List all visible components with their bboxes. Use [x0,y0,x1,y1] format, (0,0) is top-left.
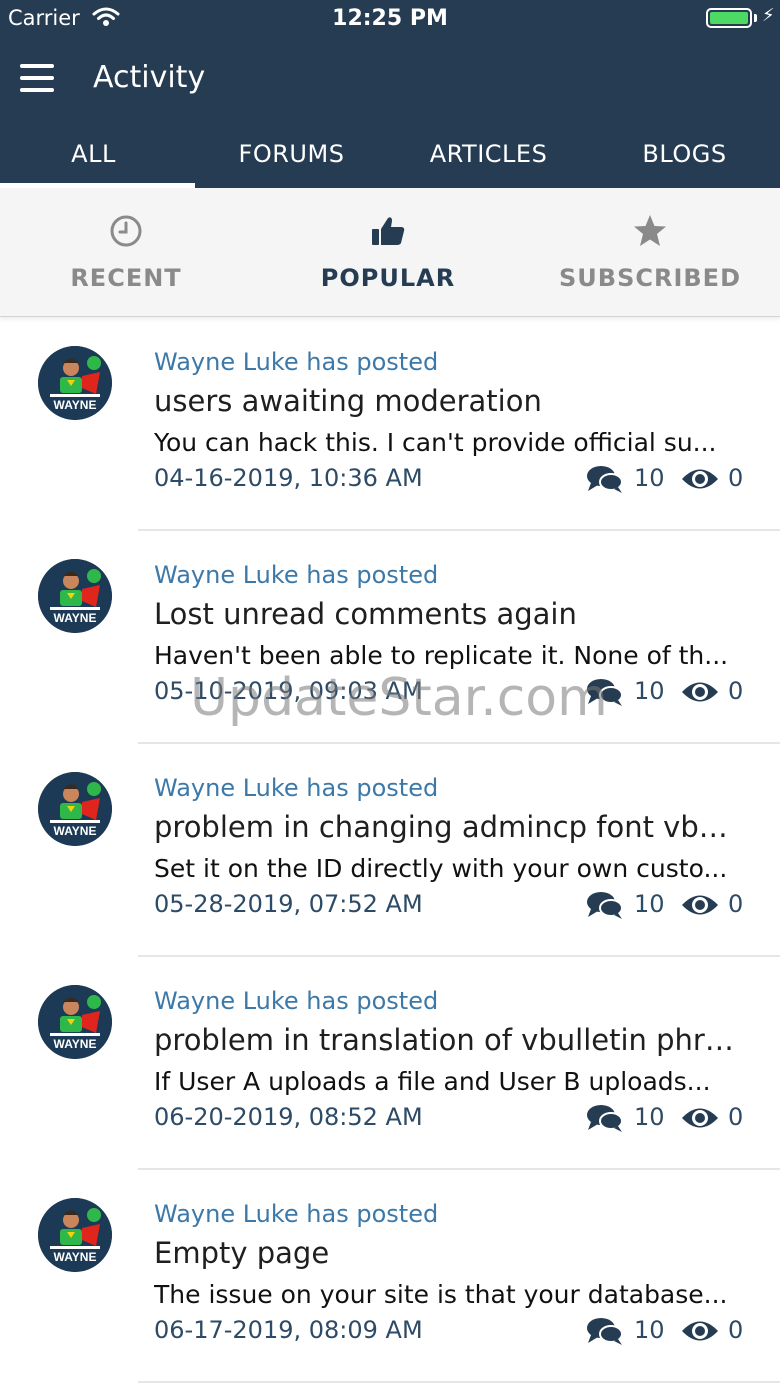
avatar-image: WAYNE [38,346,112,420]
avatar[interactable]: WAYNE [38,559,112,633]
poster-link[interactable]: Wayne Luke has posted [154,1200,438,1228]
thumbs-up-icon [372,217,405,245]
avatar-image: WAYNE [38,559,112,633]
svg-text:WAYNE: WAYNE [54,1037,97,1051]
post-title[interactable]: problem in translation of vbulletin phra… [154,1023,744,1057]
view-count: 0 [728,1316,744,1344]
list-item[interactable]: WAYNE Wayne Luke has posted problem in cha… [0,744,780,957]
avatar-image: WAYNE [38,772,112,846]
post-title[interactable]: users awaiting moderation [154,384,744,418]
charging-icon: ⚡ [762,5,775,26]
post-title[interactable]: Empty page [154,1236,744,1270]
list-item[interactable]: WAYNE Wayne Luke has posted users awaiting… [0,318,780,531]
post-date: 05-28-2019, 07:52 AM [154,890,423,918]
poster-link[interactable]: Wayne Luke has posted [154,774,438,802]
views-icon [682,895,718,915]
poster-link[interactable]: Wayne Luke has posted [154,987,438,1015]
post-snippet: Set it on the ID directly with your own … [154,854,728,883]
battery-cap [754,14,757,22]
app-header: Carrier 12:25 PM ⚡ Activity ALL FORUMS A… [0,0,780,188]
avatar[interactable]: WAYNE [38,985,112,1059]
filter-label-recent: RECENT [70,264,182,292]
avatar[interactable]: WAYNE [38,772,112,846]
comment-count: 10 [634,1316,665,1344]
post-title[interactable]: problem in changing admincp font vbu... [154,810,744,844]
poster-link[interactable]: Wayne Luke has posted [154,348,438,376]
view-count: 0 [728,677,744,705]
comment-count: 10 [634,890,665,918]
status-time: 12:25 PM [332,6,448,31]
filter-recent[interactable]: RECENT [0,214,256,292]
svg-text:WAYNE: WAYNE [54,398,97,412]
views-icon [682,1321,718,1341]
comment-count: 10 [634,464,665,492]
views-icon [682,1108,718,1128]
post-snippet: The issue on your site is that your data… [154,1280,728,1309]
list-item[interactable]: WAYNE Wayne Luke has posted problem in tra… [0,957,780,1170]
svg-text:WAYNE: WAYNE [54,1250,97,1264]
filter-subscribed[interactable]: SUBSCRIBED [520,214,780,292]
views-icon [682,682,718,702]
view-count: 0 [728,890,744,918]
list-item[interactable]: WAYNE Wayne Luke has posted Lost unread co… [0,531,780,744]
avatar-image: WAYNE [38,1198,112,1272]
list-item[interactable]: WAYNE Wayne Luke has posted Empty page The … [0,1170,780,1383]
avatar[interactable]: WAYNE [38,346,112,420]
tab-all[interactable]: ALL [0,140,191,168]
svg-text:WAYNE: WAYNE [54,824,97,838]
star-icon [634,215,666,246]
tab-articles[interactable]: ARTICLES [391,140,586,168]
activity-tabs: ALL FORUMS ARTICLES BLOGS [0,130,780,188]
post-snippet: If User A uploads a file and User B uplo… [154,1067,711,1096]
filter-label-subscribed: SUBSCRIBED [559,264,741,292]
post-snippet: Haven't been able to replicate it. None … [154,641,729,670]
status-bar: Carrier 12:25 PM ⚡ [0,0,780,40]
comments-icon [587,679,623,706]
menu-button[interactable] [20,64,54,94]
comment-count: 10 [634,1103,665,1131]
post-date: 05-10-2019, 09:03 AM [154,677,423,705]
view-count: 0 [728,464,744,492]
comment-count: 10 [634,677,665,705]
comments-icon [587,466,623,493]
divider [138,1381,780,1383]
svg-text:WAYNE: WAYNE [54,611,97,625]
tab-blogs[interactable]: BLOGS [587,140,780,168]
post-title[interactable]: Lost unread comments again [154,597,744,631]
filter-bar: RECENT POPULAR SUBSCRIBED [0,188,780,317]
filter-label-popular: POPULAR [320,264,456,292]
avatar-image: WAYNE [38,985,112,1059]
view-count: 0 [728,1103,744,1131]
page-title: Activity [93,60,206,95]
comments-icon [587,1105,623,1132]
avatar[interactable]: WAYNE [38,1198,112,1272]
poster-link[interactable]: Wayne Luke has posted [154,561,438,589]
clock-icon [110,215,142,247]
post-date: 04-16-2019, 10:36 AM [154,464,423,492]
post-date: 06-20-2019, 08:52 AM [154,1103,423,1131]
battery-icon [706,8,752,28]
post-date: 06-17-2019, 08:09 AM [154,1316,423,1344]
post-snippet: You can hack this. I can't provide offic… [154,428,717,457]
views-icon [682,469,718,489]
comments-icon [587,1318,623,1345]
comments-icon [587,892,623,919]
filter-popular[interactable]: POPULAR [258,214,518,292]
tab-forums[interactable]: FORUMS [194,140,389,168]
